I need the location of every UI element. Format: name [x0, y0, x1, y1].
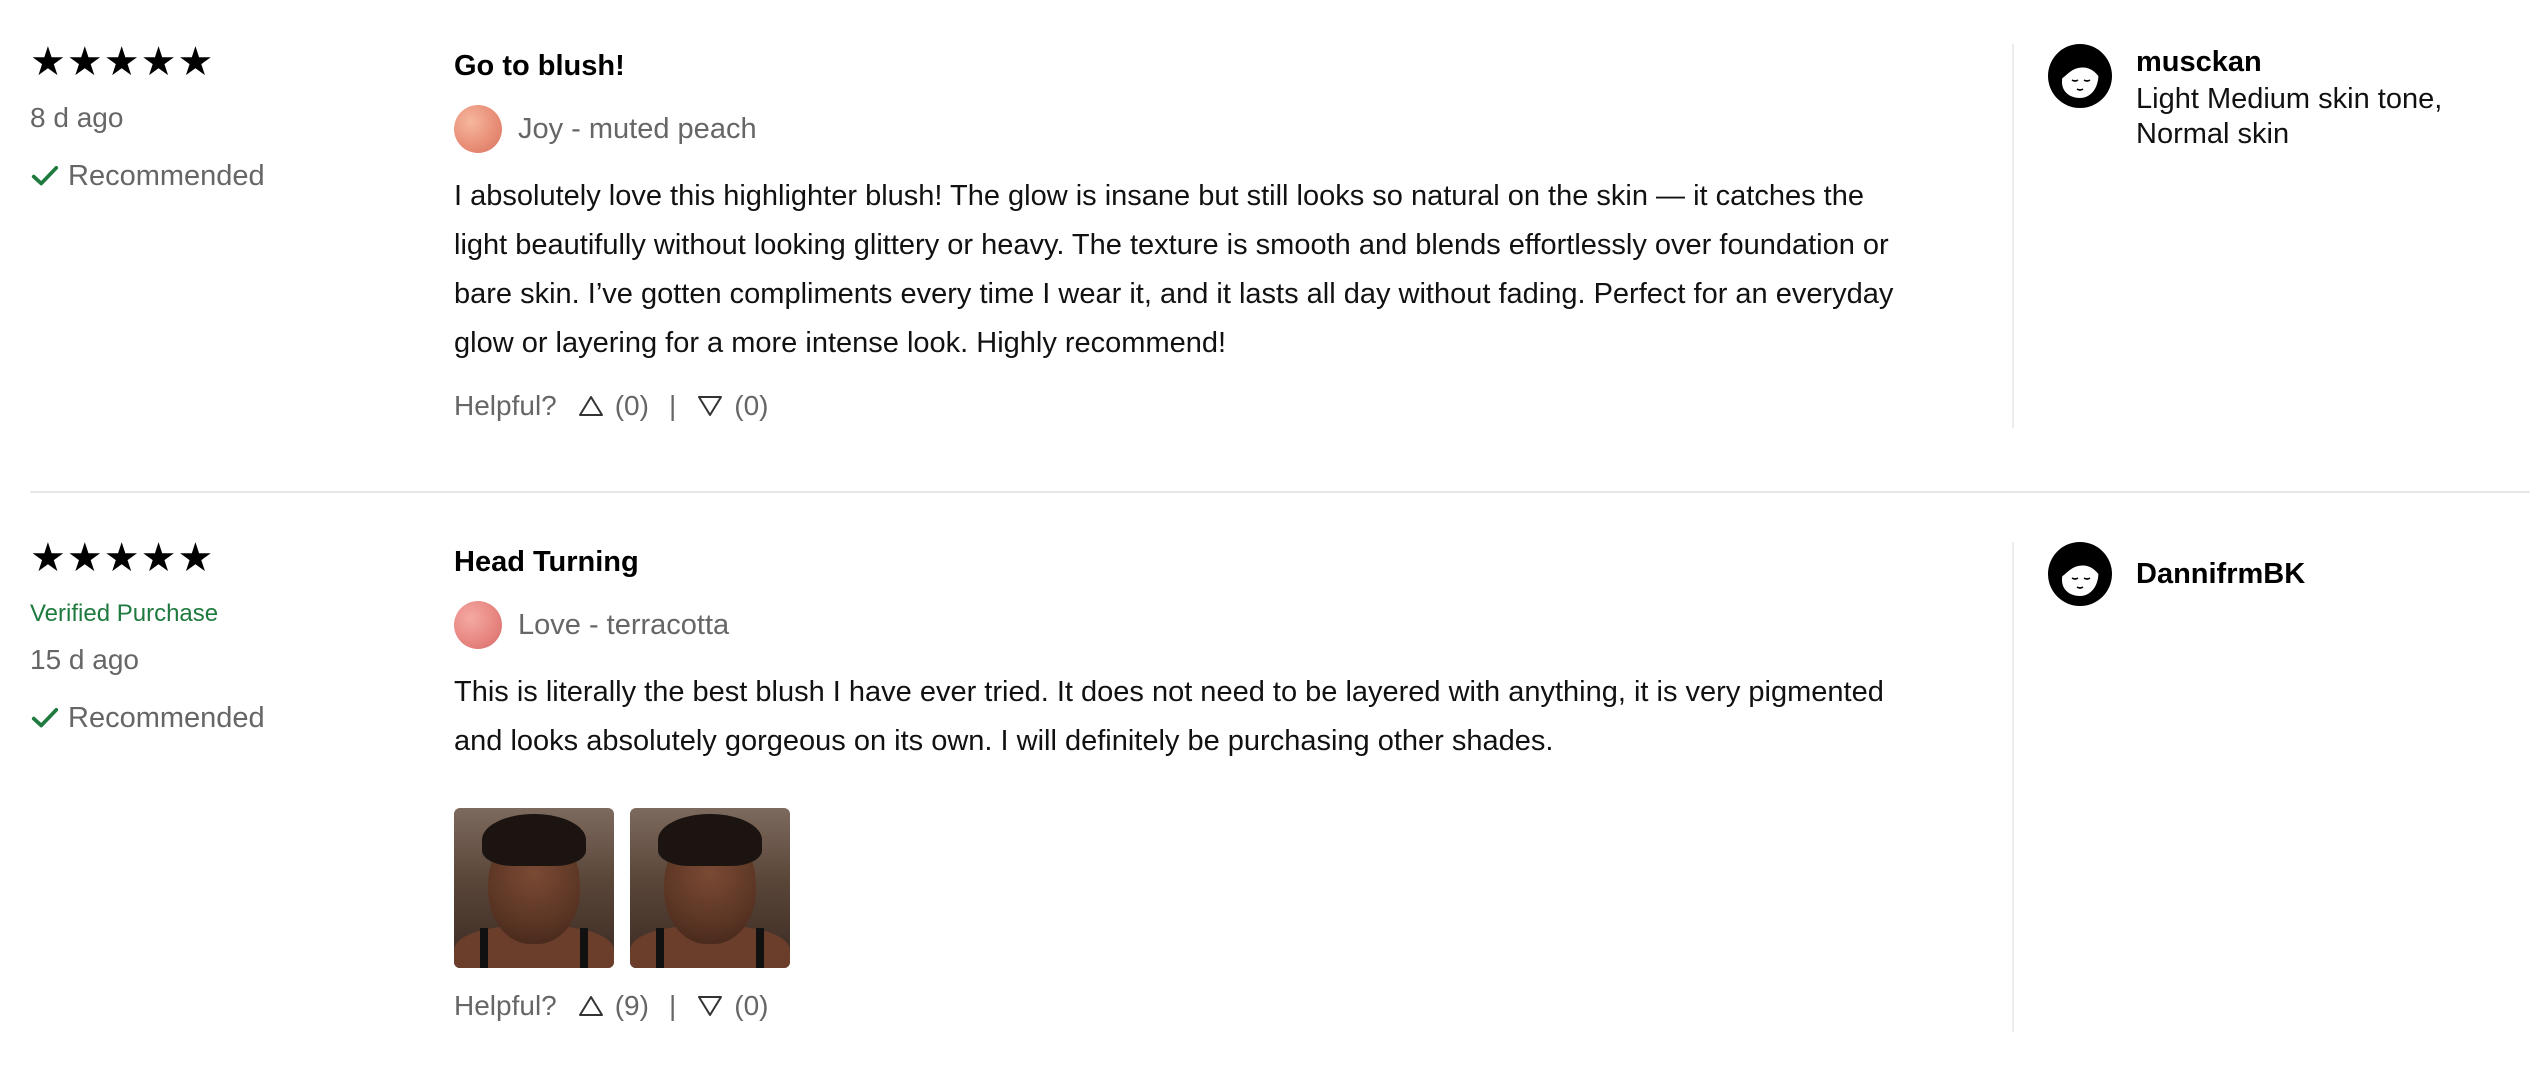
recommended-badge: Recommended — [30, 160, 410, 192]
review-divider — [30, 491, 2530, 493]
reviewer-profile: musckan Light Medium skin tone, Normal s… — [2048, 44, 2508, 152]
shade-info: Joy - muted peach — [454, 104, 1914, 154]
column-divider — [2012, 44, 2014, 428]
reviewer-name[interactable]: DannifrmBK — [2136, 558, 2305, 590]
reviewer-name[interactable]: musckan — [2136, 46, 2508, 78]
review-date: 8 d ago — [30, 102, 124, 133]
downvote-count[interactable]: (0) — [734, 990, 768, 1022]
review-date: 15 d ago — [30, 644, 139, 675]
upvote-icon[interactable] — [577, 394, 605, 418]
reviewer-profile: DannifrmBK — [2048, 542, 2508, 606]
review-photo-thumbnail[interactable] — [454, 808, 614, 968]
reviewer-traits: Light Medium skin tone, Normal skin — [2136, 83, 2443, 150]
review-content: Go to blush! Joy - muted peach I absolut… — [454, 48, 1914, 422]
review-meta: ★★★★★ 8 d ago Recommended — [30, 42, 410, 192]
helpful-votes: Helpful? (9) | (0) — [454, 990, 1914, 1022]
shade-name: Joy - muted peach — [518, 112, 757, 145]
shade-name: Love - terracotta — [518, 608, 730, 641]
recommended-badge: Recommended — [30, 702, 410, 734]
helpful-label: Helpful? — [454, 990, 557, 1021]
star-rating: ★★★★★ — [30, 40, 215, 84]
downvote-count[interactable]: (0) — [734, 390, 768, 422]
review-body: This is literally the best blush I have … — [454, 676, 1884, 757]
recommended-label: Recommended — [68, 160, 265, 192]
vote-separator: | — [668, 990, 677, 1021]
review-photos — [454, 808, 1914, 968]
downvote-icon[interactable] — [696, 994, 724, 1018]
verified-purchase-badge: Verified Purchase — [30, 600, 219, 627]
shade-swatch — [454, 105, 502, 153]
review-content: Head Turning Love - terracotta This is l… — [454, 544, 1914, 1022]
review-title: Head Turning — [454, 546, 639, 578]
upvote-icon[interactable] — [577, 994, 605, 1018]
review-meta: ★★★★★ Verified Purchase 15 d ago Recomme… — [30, 538, 410, 734]
review-card: ★★★★★ 8 d ago Recommended Go to blush! J… — [30, 0, 2530, 492]
recommended-label: Recommended — [68, 702, 265, 734]
star-rating: ★★★★★ — [30, 536, 215, 580]
helpful-label: Helpful? — [454, 390, 557, 421]
downvote-icon[interactable] — [696, 394, 724, 418]
shade-info: Love - terracotta — [454, 600, 1914, 650]
check-icon — [31, 708, 59, 728]
review-title: Go to blush! — [454, 50, 625, 82]
user-avatar-icon[interactable] — [2048, 44, 2112, 108]
upvote-count[interactable]: (0) — [615, 390, 649, 422]
review-photo-thumbnail[interactable] — [630, 808, 790, 968]
column-divider — [2012, 542, 2014, 1032]
reviewer-info: DannifrmBK — [2136, 542, 2305, 606]
review-card: ★★★★★ Verified Purchase 15 d ago Recomme… — [30, 494, 2530, 1082]
shade-swatch — [454, 601, 502, 649]
user-avatar-icon[interactable] — [2048, 542, 2112, 606]
check-icon — [31, 166, 59, 186]
vote-separator: | — [668, 390, 677, 421]
upvote-count[interactable]: (9) — [615, 990, 649, 1022]
reviewer-info: musckan Light Medium skin tone, Normal s… — [2136, 44, 2508, 152]
helpful-votes: Helpful? (0) | (0) — [454, 390, 1914, 422]
review-body: I absolutely love this highlighter blush… — [454, 180, 1894, 359]
